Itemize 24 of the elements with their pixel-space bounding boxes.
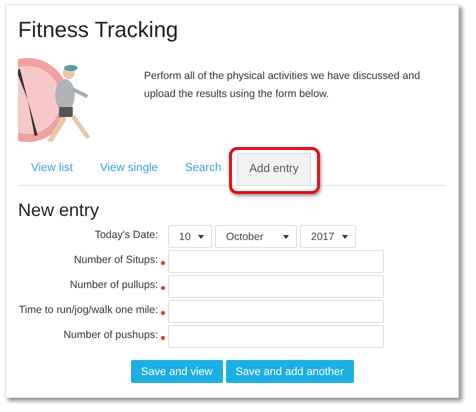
input-field[interactable] (168, 275, 384, 298)
field-label: Number of pushups: (62, 328, 158, 341)
tab[interactable]: View single (88, 153, 169, 185)
save-button[interactable]: Save and add another (226, 360, 354, 383)
field-label: Today's Date: (94, 228, 158, 241)
date-select[interactable]: October (215, 225, 297, 248)
tab[interactable]: Add entry (237, 153, 311, 185)
field-label: Number of pullups: (68, 278, 158, 291)
input-field[interactable] (168, 300, 384, 323)
input-field[interactable] (168, 325, 384, 348)
tab[interactable]: Search (174, 153, 232, 185)
page-title: Fitness Tracking (18, 17, 180, 43)
date-select[interactable]: 10 (168, 225, 212, 248)
tab[interactable]: View list (20, 153, 84, 185)
field-label: Time to run/jog/walk one mile: (18, 303, 158, 316)
caret-icon (342, 234, 348, 238)
save-button[interactable]: Save and view (131, 360, 223, 383)
input-field[interactable] (168, 250, 384, 273)
field-label: Number of Situps: (72, 253, 158, 266)
caret-icon (283, 234, 289, 238)
date-select[interactable]: 2017 (300, 225, 356, 248)
caret-icon (198, 234, 204, 238)
intro-text: Perform all of the physical activities we have discussed and upload the results using the form below. (144, 69, 422, 102)
form-heading: New entry (18, 200, 100, 221)
